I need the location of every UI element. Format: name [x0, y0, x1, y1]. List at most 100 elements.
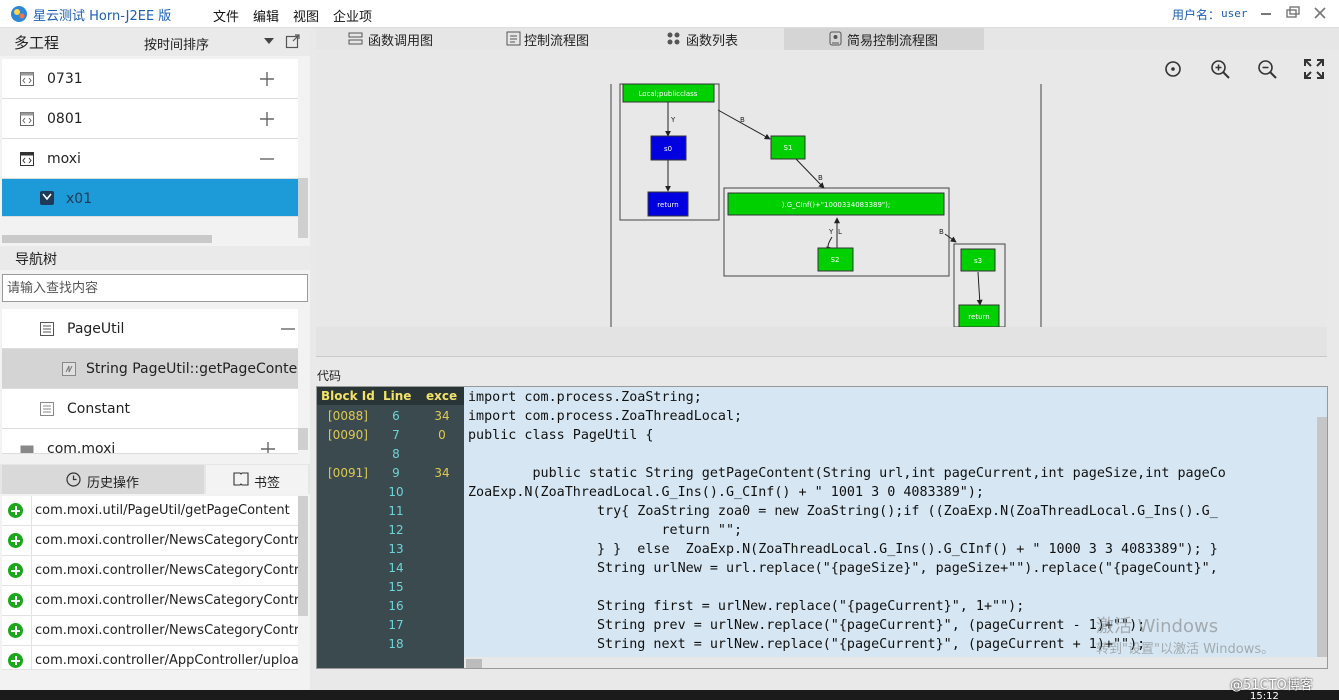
flow-node-label: Local;publicclass	[639, 90, 698, 98]
expand-plus-icon[interactable]	[260, 441, 276, 454]
project-item-moxi[interactable]: moxi	[2, 139, 298, 179]
tab-control-flow[interactable]: 控制流程图	[496, 28, 636, 50]
nav-item-constant[interactable]: Constant	[2, 389, 298, 429]
block-id[interactable]: [0091]	[328, 466, 368, 480]
line-number: 9	[392, 466, 400, 480]
history-item[interactable]: com.moxi.util/PageUtil/getPageContent	[2, 496, 298, 526]
code-line: } } else ZoaExp.N(ZoaThreadLocal.G_Ins()…	[468, 542, 1218, 557]
history-item[interactable]: com.moxi.controller/NewsCategoryContro	[2, 556, 298, 586]
line-number: 14	[388, 561, 404, 575]
gutter-header: Block Id Line exce	[317, 387, 464, 405]
add-circle-icon[interactable]	[8, 503, 23, 518]
close-icon[interactable]	[1310, 4, 1330, 22]
class-icon	[40, 322, 54, 336]
expand-plus-icon[interactable]	[259, 71, 275, 87]
edge-label: B	[740, 116, 745, 124]
search-input[interactable]	[2, 274, 308, 302]
flow-graph-canvas[interactable]: Y B B Y L B Local;publicclass s0 return …	[316, 52, 1327, 327]
flow-node-label: s3	[974, 257, 982, 265]
chevron-down-icon[interactable]	[264, 38, 274, 44]
menu-file[interactable]: 文件	[213, 6, 239, 25]
block-id[interactable]: [0090]	[328, 428, 368, 442]
gutter-header-block-id: Block Id	[321, 389, 375, 403]
exec-count: 34	[434, 466, 450, 480]
line-number: 11	[388, 504, 404, 518]
project-item-label: 0731	[47, 71, 83, 87]
export-icon[interactable]	[285, 33, 301, 49]
project-item-label: moxi	[47, 151, 81, 167]
minimize-icon[interactable]	[1256, 4, 1276, 22]
expand-plus-icon[interactable]	[259, 111, 275, 127]
collapse-minus-icon[interactable]	[259, 151, 275, 167]
menu-edit[interactable]: 编辑	[253, 6, 279, 25]
nav-tree-vscrollbar[interactable]	[298, 428, 308, 450]
code-file-icon	[20, 152, 34, 166]
history-item[interactable]: com.moxi.controller/NewsCategoryContro	[2, 526, 298, 556]
collapse-minus-icon[interactable]	[280, 321, 296, 337]
activation-watermark-sub: 转到"设置"以激活 Windows。	[1096, 642, 1275, 657]
add-circle-icon[interactable]	[8, 533, 23, 548]
code-vscrollbar[interactable]	[1317, 417, 1327, 657]
tab-history-label: 历史操作	[87, 476, 140, 491]
block-id[interactable]: [0088]	[328, 409, 368, 423]
exec-count: 0	[438, 428, 446, 442]
grid-list-icon	[667, 32, 680, 45]
code-hscroll-thumb[interactable]	[466, 659, 482, 668]
nav-item-getpagecontent[interactable]: String PageUtil::getPageContent(St	[2, 349, 298, 389]
add-circle-icon[interactable]	[8, 623, 23, 638]
project-tree-vscrollbar[interactable]	[298, 178, 308, 238]
app-logo-icon	[11, 6, 27, 22]
code-line: String prev = urlNew.replace("{pageCurre…	[468, 618, 1146, 633]
graph-hscrollbar[interactable]	[316, 327, 1327, 357]
tab-bookmark[interactable]: 书签	[206, 465, 308, 494]
history-item[interactable]: com.moxi.controller/AppController/upload	[2, 646, 298, 670]
nav-item-label: com.moxi	[47, 441, 116, 454]
history-item[interactable]: com.moxi.controller/NewsCategoryContro	[2, 616, 298, 646]
tab-call-graph[interactable]: 函数调用图	[336, 28, 476, 50]
zoom-reset-icon[interactable]	[1162, 58, 1184, 80]
gutter-row: 16	[317, 597, 464, 616]
tab-bookmark-label: 书签	[254, 476, 281, 491]
edge-label: B	[939, 228, 944, 236]
code-hscrollbar[interactable]	[464, 657, 1327, 668]
nav-item-label: PageUtil	[67, 321, 125, 337]
project-panel-title: 多工程	[14, 34, 60, 52]
history-item[interactable]: com.moxi.controller/NewsCategoryContro	[2, 586, 298, 616]
project-item-x01[interactable]: x01	[2, 179, 298, 217]
history-item-label: com.moxi.controller/NewsCategoryContro	[35, 623, 298, 638]
menu-enterprise[interactable]: 企业项	[333, 6, 372, 25]
project-tree-hscrollbar[interactable]	[2, 235, 212, 243]
restore-icon[interactable]	[1283, 4, 1303, 22]
nav-tree-title: 导航树	[15, 252, 57, 268]
tab-function-list-label: 函数列表	[686, 34, 739, 49]
nav-item-label: String PageUtil::getPageContent(St	[86, 361, 298, 377]
project-item-0801[interactable]: 0801	[2, 99, 298, 139]
tab-history[interactable]: 历史操作	[2, 465, 204, 494]
code-line: return "";	[468, 523, 743, 538]
activation-watermark: 激活 Windows	[1096, 616, 1219, 637]
gutter-row: 11	[317, 502, 464, 521]
edge-label: Y	[828, 228, 834, 236]
history-item-label: com.moxi.controller/NewsCategoryContro	[35, 563, 298, 578]
tab-simple-control-flow-label: 简易控制流程图	[847, 34, 939, 49]
zoom-out-icon[interactable]	[1256, 58, 1278, 80]
edge	[976, 271, 983, 306]
add-circle-icon[interactable]	[8, 653, 23, 668]
add-circle-icon[interactable]	[8, 563, 23, 578]
line-number: 15	[388, 580, 404, 594]
gutter-row: 14	[317, 559, 464, 578]
history-vscrollbar[interactable]	[298, 496, 308, 616]
nav-item-pageutil[interactable]: PageUtil	[2, 309, 298, 349]
gutter-row: 18	[317, 635, 464, 654]
tab-simple-control-flow[interactable]: 简易控制流程图	[784, 28, 984, 50]
nav-item-com-moxi[interactable]: com.moxi	[2, 429, 298, 454]
sort-dropdown-label[interactable]: 按时间排序	[144, 34, 209, 53]
tab-function-list[interactable]: 函数列表	[656, 28, 796, 50]
code-line: try{ ZoaString zoa0 = new ZoaString();if…	[468, 504, 1218, 519]
add-circle-icon[interactable]	[8, 593, 23, 608]
zoom-in-icon[interactable]	[1209, 58, 1231, 80]
fit-screen-icon[interactable]	[1303, 58, 1325, 80]
project-item-0731[interactable]: 0731	[2, 59, 298, 99]
code-file-icon	[20, 72, 34, 86]
menu-view[interactable]: 视图	[293, 6, 319, 25]
